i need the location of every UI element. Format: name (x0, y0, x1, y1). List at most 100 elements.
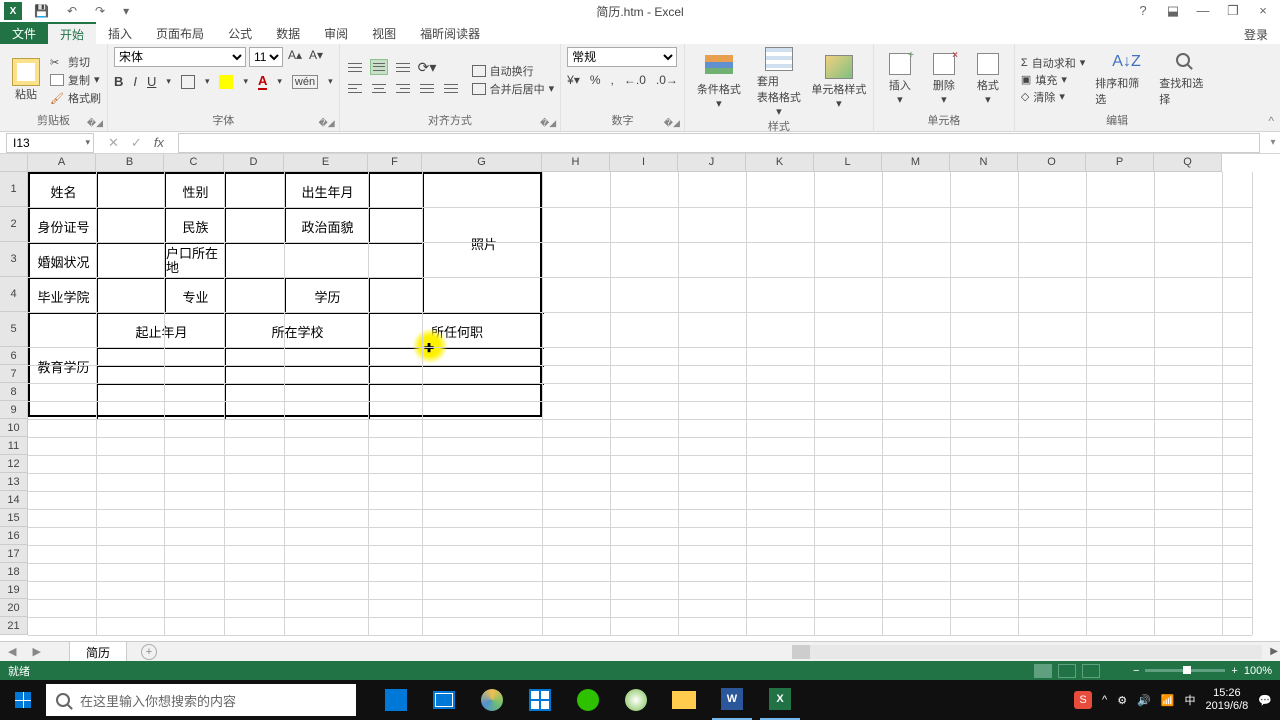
col-header-M[interactable]: M (882, 154, 950, 172)
col-header-E[interactable]: E (284, 154, 368, 172)
row-header-20[interactable]: 20 (0, 599, 28, 617)
clipboard-dialog-icon[interactable]: �◢ (87, 118, 103, 129)
cell-gender-value[interactable] (226, 174, 286, 209)
align-right-icon[interactable] (394, 80, 412, 96)
tab-review[interactable]: 审阅 (312, 22, 360, 44)
increase-indent-icon[interactable] (442, 80, 460, 96)
taskbar-browser[interactable] (472, 680, 512, 720)
underline-button[interactable]: U (147, 74, 156, 89)
cell-politics-value[interactable] (370, 209, 424, 244)
cell-major-value[interactable] (226, 279, 286, 314)
col-header-N[interactable]: N (950, 154, 1018, 172)
format-cells-button[interactable]: 格式▾ (968, 53, 1008, 106)
scroll-right-icon[interactable]: ▶ (1270, 646, 1278, 657)
collapse-ribbon-icon[interactable]: ^ (1268, 114, 1274, 128)
col-header-J[interactable]: J (678, 154, 746, 172)
col-header-F[interactable]: F (368, 154, 422, 172)
align-bottom-icon[interactable] (394, 59, 412, 75)
row-header-10[interactable]: 10 (0, 419, 28, 437)
sheet-tab-resume[interactable]: 简历 (69, 641, 127, 663)
tab-view[interactable]: 视图 (360, 22, 408, 44)
tray-network-icon[interactable]: ⚙ (1117, 694, 1127, 707)
cell-birth-value[interactable] (370, 174, 424, 209)
col-header-G[interactable]: G (422, 154, 542, 172)
formula-input[interactable] (178, 133, 1260, 153)
save-icon[interactable]: 💾 (34, 4, 49, 18)
tab-foxit[interactable]: 福昕阅读器 (408, 22, 492, 44)
cancel-formula-icon[interactable]: ✕ (108, 135, 119, 151)
font-dialog-icon[interactable]: �◢ (318, 118, 334, 129)
taskbar-store[interactable] (376, 680, 416, 720)
align-center-icon[interactable] (370, 80, 388, 96)
edu-row-3-position[interactable] (370, 385, 544, 419)
restore-icon[interactable]: ❐ (1222, 3, 1244, 19)
add-sheet-icon[interactable]: + (141, 644, 157, 660)
cut-button[interactable]: ✂剪切 (50, 54, 101, 70)
col-header-L[interactable]: L (814, 154, 882, 172)
merge-center-button[interactable]: 合并后居中 ▾ (472, 81, 555, 97)
tab-home[interactable]: 开始 (48, 22, 96, 44)
col-header-D[interactable]: D (224, 154, 284, 172)
row-header-8[interactable]: 8 (0, 383, 28, 401)
taskbar-search[interactable]: 在这里输入你想搜索的内容 (46, 684, 356, 716)
cell-hukou-value[interactable] (226, 244, 424, 279)
delete-cells-button[interactable]: 删除▾ (924, 53, 964, 106)
row-header-6[interactable]: 6 (0, 347, 28, 365)
row-header-18[interactable]: 18 (0, 563, 28, 581)
close-icon[interactable]: × (1252, 3, 1274, 19)
sogou-icon[interactable]: S (1074, 691, 1092, 709)
wrap-text-button[interactable]: 自动换行 (472, 63, 555, 79)
row-header-5[interactable]: 5 (0, 312, 28, 347)
col-header-Q[interactable]: Q (1154, 154, 1222, 172)
redo-icon[interactable]: ↷ (95, 4, 105, 18)
format-painter-button[interactable]: 🖌格式刷 (50, 90, 101, 106)
fill-dropdown[interactable]: ▾ (243, 76, 248, 87)
notification-icon[interactable]: 💬 (1258, 694, 1272, 707)
conditional-format-button[interactable]: 条件格式▾ (691, 55, 747, 110)
percent-icon[interactable]: % (590, 73, 601, 87)
col-header-A[interactable]: A (28, 154, 96, 172)
tab-insert[interactable]: 插入 (96, 22, 144, 44)
row-header-13[interactable]: 13 (0, 473, 28, 491)
comma-icon[interactable]: , (611, 73, 614, 87)
zoom-out-icon[interactable]: − (1133, 665, 1139, 677)
view-page-break-icon[interactable] (1082, 664, 1100, 678)
align-top-icon[interactable] (346, 59, 364, 75)
ime-icon[interactable]: 中 (1184, 692, 1195, 708)
increase-font-icon[interactable]: A▴ (286, 47, 304, 65)
fill-button[interactable]: ▣填充 ▾ (1021, 72, 1085, 88)
select-all-corner[interactable] (0, 154, 28, 172)
currency-icon[interactable]: ¥▾ (567, 73, 580, 87)
autosum-button[interactable]: Σ自动求和 ▾ (1021, 55, 1085, 71)
help-icon[interactable]: ? (1132, 3, 1154, 19)
tray-clock[interactable]: 15:26 2019/6/8 (1205, 687, 1248, 713)
name-box[interactable]: I13▾ (6, 133, 94, 153)
cell-name-value[interactable] (98, 174, 166, 209)
grid-area[interactable]: 姓名 性别 出生年月 身份证号 民族 政治面貌 婚姻状况 户口所在地 毕业学院 … (28, 172, 1280, 616)
row-header-14[interactable]: 14 (0, 491, 28, 509)
taskbar-wechat[interactable] (568, 680, 608, 720)
row-header-12[interactable]: 12 (0, 455, 28, 473)
border-icon[interactable] (181, 75, 195, 89)
clear-button[interactable]: ◇清除 ▾ (1021, 89, 1085, 105)
row-header-16[interactable]: 16 (0, 527, 28, 545)
font-color-icon[interactable]: A (258, 73, 267, 90)
table-format-button[interactable]: 套用 表格格式▾ (751, 47, 807, 118)
col-header-O[interactable]: O (1018, 154, 1086, 172)
enter-formula-icon[interactable]: ✓ (131, 135, 142, 151)
cell-style-button[interactable]: 单元格样式▾ (811, 55, 867, 110)
tab-data[interactable]: 数据 (264, 22, 312, 44)
taskbar-tiles[interactable] (520, 680, 560, 720)
row-header-7[interactable]: 7 (0, 365, 28, 383)
undo-icon[interactable]: ↶ (67, 4, 77, 18)
alignment-dialog-icon[interactable]: �◢ (540, 118, 556, 129)
zoom-in-icon[interactable]: + (1231, 665, 1237, 677)
row-header-1[interactable]: 1 (0, 172, 28, 207)
row-header-3[interactable]: 3 (0, 242, 28, 277)
tray-wifi-icon[interactable]: 📶 (1161, 694, 1175, 707)
taskbar-mail[interactable] (424, 680, 464, 720)
row-header-17[interactable]: 17 (0, 545, 28, 563)
zoom-slider[interactable] (1145, 669, 1225, 672)
increase-decimal-icon[interactable]: ←.0 (624, 73, 646, 87)
taskbar-excel[interactable]: X (760, 680, 800, 720)
